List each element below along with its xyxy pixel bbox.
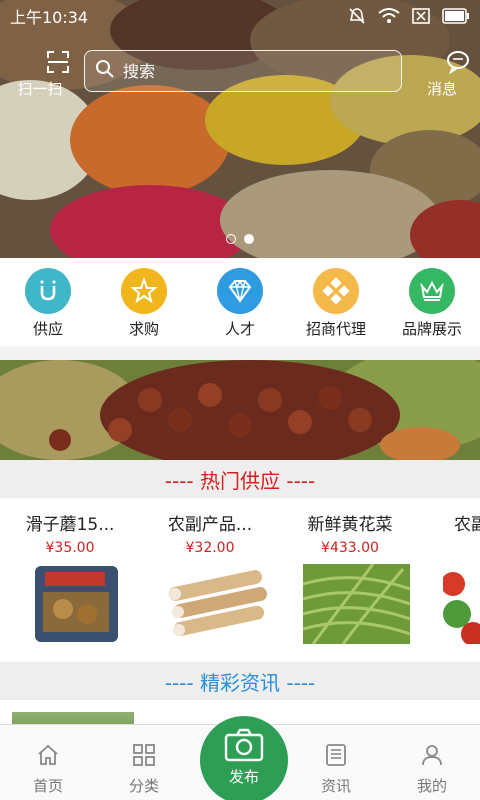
crown-icon: [409, 268, 455, 314]
product-name: 滑子蘑15...: [25, 515, 115, 535]
carousel-dot[interactable]: [226, 234, 236, 244]
nav-category[interactable]: 分类: [96, 725, 192, 800]
publish-button[interactable]: 发布: [200, 716, 288, 800]
category-supply[interactable]: 供应: [0, 258, 96, 346]
nav-category-label: 分类: [128, 777, 159, 795]
product-name: 农副: [454, 515, 480, 535]
product-price: ¥433.00: [321, 540, 379, 556]
category-grid: 供应 求购 人才 招商代理 品牌展示: [0, 258, 480, 346]
category-purchase[interactable]: 求购: [96, 258, 192, 346]
nav-news[interactable]: 资讯: [288, 725, 384, 800]
category-talent[interactable]: 人才: [192, 258, 288, 346]
sim-icon: [412, 8, 430, 24]
search-icon: [95, 59, 115, 83]
product-card[interactable]: 农副产品... ¥32.00: [140, 498, 280, 662]
message-label: 消息: [426, 80, 457, 98]
category-label: 招商代理: [305, 320, 366, 338]
nav-mine[interactable]: 我的: [384, 725, 480, 800]
diamond-icon: [217, 268, 263, 314]
news-icon: [324, 743, 348, 771]
scan-button[interactable]: 扫一扫: [10, 48, 70, 100]
product-card[interactable]: 滑子蘑15... ¥35.00: [0, 498, 140, 662]
user-icon: [420, 743, 444, 771]
banner-carousel[interactable]: [0, 0, 480, 258]
product-name: 新鲜黄花菜: [307, 515, 393, 535]
search-input[interactable]: [123, 61, 373, 81]
message-button[interactable]: 消息: [414, 48, 470, 100]
home-icon: [36, 743, 60, 771]
product-price: ¥32.00: [185, 540, 235, 556]
category-label: 求购: [128, 320, 159, 338]
product-price: ¥35.00: [45, 540, 95, 556]
camera-icon: [224, 728, 264, 766]
grid-icon: [132, 743, 156, 771]
promo-banner[interactable]: [0, 360, 480, 460]
top-header: 扫一扫 消息: [0, 44, 480, 104]
message-icon: [430, 50, 480, 78]
nav-news-label: 资讯: [320, 777, 351, 795]
category-label: 品牌展示: [401, 320, 462, 338]
news-header: ---- 精彩资讯 ----: [0, 662, 480, 700]
hot-supply-header: ---- 热门供应 ----: [0, 460, 480, 498]
search-bar[interactable]: [84, 50, 402, 92]
carousel-dots: [226, 234, 254, 244]
product-list[interactable]: 滑子蘑15... ¥35.00 农副产品... ¥32.00 新鲜黄花菜 ¥43…: [0, 498, 480, 662]
scan-label: 扫一扫: [17, 80, 63, 98]
product-card[interactable]: 农副: [420, 498, 480, 662]
category-agency[interactable]: 招商代理: [288, 258, 384, 346]
nav-mine-label: 我的: [416, 777, 447, 795]
status-bar: 上午10:34: [0, 0, 480, 32]
product-image-daylily: [303, 564, 410, 644]
battery-icon: [442, 8, 470, 24]
product-card[interactable]: 新鲜黄花菜 ¥433.00: [280, 498, 420, 662]
category-label: 人才: [224, 320, 255, 338]
u-icon: [25, 268, 71, 314]
nav-home[interactable]: 首页: [0, 725, 96, 800]
category-label: 供应: [32, 320, 63, 338]
product-image-mushroom: [23, 564, 130, 644]
mute-icon: [348, 7, 366, 25]
status-time: 上午10:34: [10, 8, 89, 27]
scan-icon: [28, 50, 88, 78]
product-name: 农副产品...: [167, 515, 253, 535]
category-brand[interactable]: 品牌展示: [384, 258, 480, 346]
puzzle-icon: [313, 268, 359, 314]
nav-home-label: 首页: [32, 777, 63, 795]
product-image-yam: [163, 564, 270, 644]
wifi-icon: [378, 8, 400, 24]
product-image-vegetables: [443, 564, 480, 644]
publish-label: 发布: [228, 768, 259, 786]
star-icon: [121, 268, 167, 314]
carousel-dot-active[interactable]: [244, 234, 254, 244]
